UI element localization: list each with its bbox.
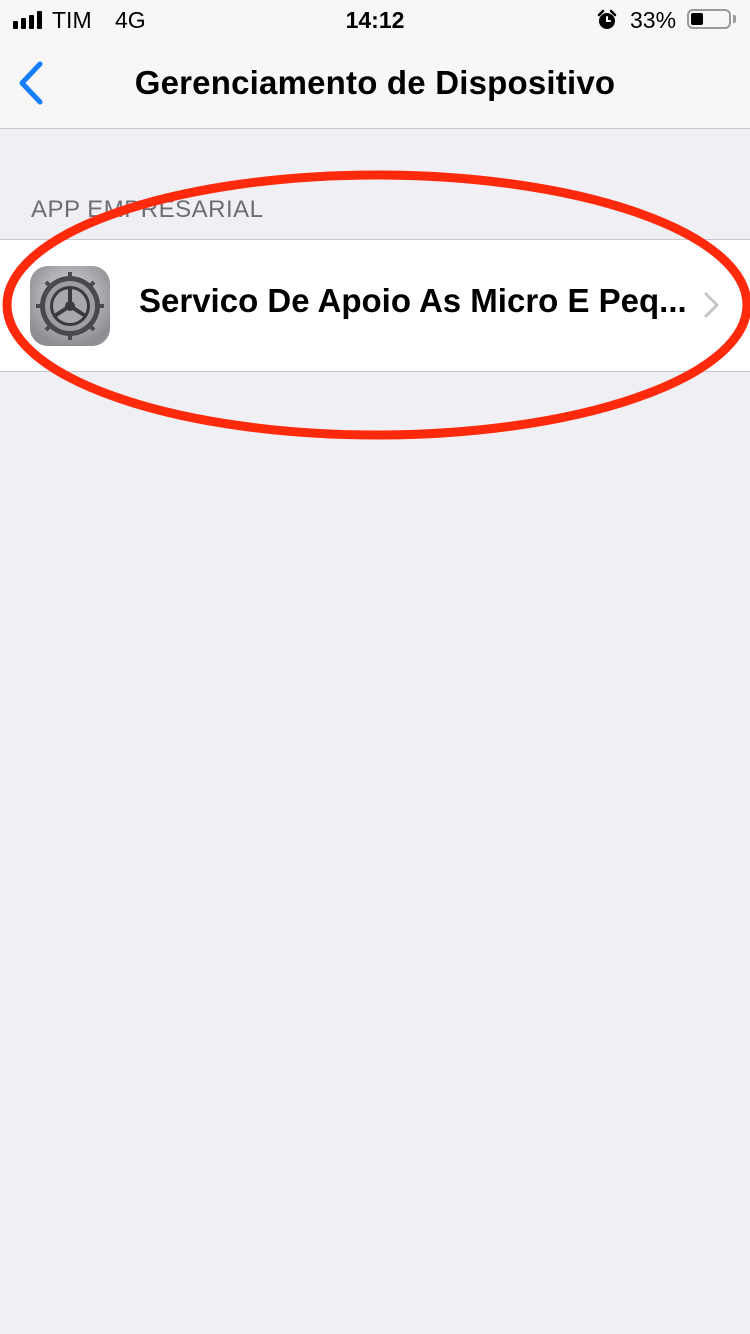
enterprise-app-row[interactable]: Servico De Apoio As Micro E Peq... <box>0 240 750 371</box>
enterprise-app-name: Servico De Apoio As Micro E Peq... <box>139 282 687 319</box>
chevron-right-icon <box>704 292 719 318</box>
battery-percent: 33% <box>630 7 677 33</box>
page-title: Gerenciamento de Dispositivo <box>134 64 616 101</box>
status-bar: TIM 4G 14:12 33% <box>0 0 750 40</box>
battery-tip <box>733 15 736 23</box>
battery-level-fill <box>691 13 703 25</box>
navigation-bar: Gerenciamento de Dispositivo <box>0 40 750 129</box>
enterprise-app-list: Servico De Apoio As Micro E Peq... <box>0 239 750 372</box>
section-header: APP EMPRESARIAL <box>31 196 264 223</box>
battery-icon <box>687 9 731 29</box>
settings-gear-icon <box>30 266 110 346</box>
alarm-icon <box>597 9 617 29</box>
